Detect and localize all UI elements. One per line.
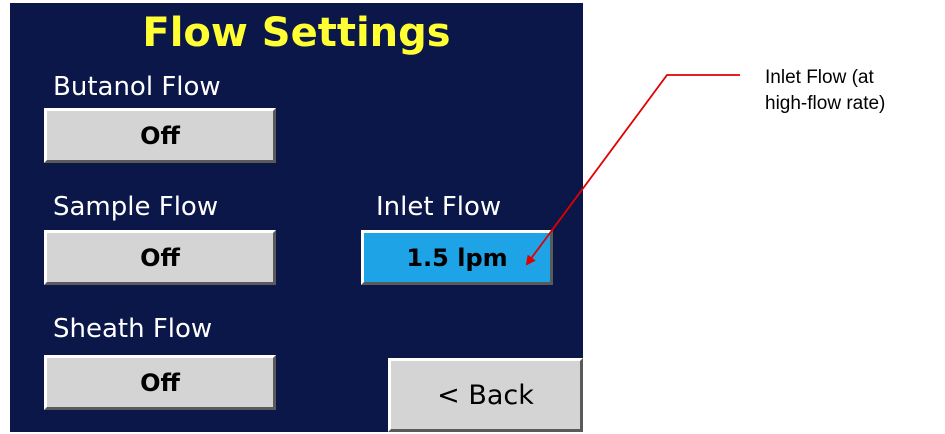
inlet-flow-annotation: Inlet Flow (at high-flow rate): [765, 65, 885, 117]
annotation-line-1: Inlet Flow (at: [765, 67, 874, 88]
annotation-line-2: high-flow rate): [765, 93, 886, 114]
